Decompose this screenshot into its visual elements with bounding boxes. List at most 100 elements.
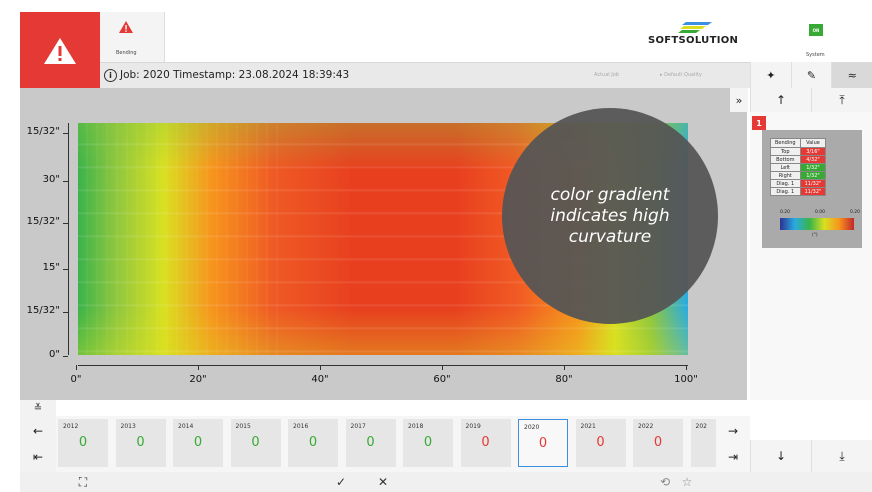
y-tick-label: 0" — [49, 349, 60, 360]
bending-value: 1/32" — [799, 171, 827, 180]
y-tick-mark — [63, 312, 68, 313]
job-card[interactable]: 2017 0 — [345, 419, 396, 467]
x-tick-label: 40" — [311, 374, 329, 385]
pencil-icon[interactable]: ✎ — [790, 62, 832, 88]
bending-key: Diag. 1 — [770, 187, 801, 196]
table-row: Diag. 1 11/32" — [770, 179, 827, 188]
colorbar-tick: 0.00 — [814, 210, 826, 215]
bending-key: Right — [770, 171, 801, 180]
job-count: 0 — [193, 435, 203, 450]
table-row: Top 3/16" — [770, 147, 827, 156]
fullscreen-icon[interactable]: ⛶ — [68, 472, 98, 492]
first-arrow-icon[interactable]: ⇤ — [20, 444, 56, 470]
panel-badge: 1 — [752, 116, 766, 130]
colorbar-unit: (") — [812, 233, 818, 238]
x-tick-label: 60" — [433, 374, 451, 385]
job-card[interactable]: 2020 0 — [518, 419, 568, 467]
warning-icon — [44, 38, 76, 64]
curvature-callout: color gradient indicates high curvature — [502, 108, 718, 324]
job-card[interactable]: 2021 0 — [575, 419, 626, 467]
bending-key: Bottom — [770, 155, 801, 164]
job-dropdown[interactable]: Actual Job — [594, 72, 619, 78]
job-count: 0 — [251, 435, 260, 450]
job-card[interactable]: 2019 0 — [460, 419, 511, 467]
job-count: 0 — [423, 435, 433, 450]
logo-text: SOFTSOLUTION — [648, 35, 739, 46]
y-tick-mark — [63, 356, 68, 357]
job-title: Job: 2020 Timestamp: 23.08.2024 18:39:43 — [120, 69, 350, 81]
job-card[interactable]: 2018 0 — [403, 419, 453, 467]
prev-arrow-icon[interactable]: ← — [20, 418, 56, 444]
last-arrow-icon[interactable]: ⇥ — [716, 444, 750, 470]
sparkle-icon[interactable]: ✦ — [750, 62, 791, 88]
system-tile[interactable]: ON System — [782, 12, 842, 62]
bending-label: Bending — [116, 50, 137, 56]
favorite-icon[interactable]: ☆ — [672, 472, 702, 492]
job-count: 0 — [653, 435, 663, 450]
job-strip: 2012 0 2013 0 2014 0 2015 0 2016 0 2017 0 2018 0 2019 0… — [56, 416, 741, 472]
bending-key: Left — [770, 163, 801, 172]
job-card[interactable]: 2013 0 — [115, 419, 166, 467]
job-card[interactable]: 2016 0 — [288, 419, 338, 467]
x-tick-mark — [564, 365, 565, 370]
job-count: 0 — [136, 435, 145, 450]
colorbar-labels: 0.20 0.00 0.20 — [780, 210, 860, 215]
collapse-strip-button[interactable]: ≚ — [20, 400, 56, 416]
heatmap-columns — [78, 123, 278, 355]
alert-tile[interactable] — [20, 12, 100, 90]
y-tick-mark — [63, 181, 68, 182]
job-card[interactable]: 2014 0 — [173, 419, 223, 467]
footer-bar: ⛶ ✓ ✕ ⟲ ☆ — [20, 472, 872, 492]
strip-nav-right: → ⇥ — [716, 416, 750, 472]
bending-tile[interactable]: Bending — [100, 12, 165, 62]
cancel-button[interactable]: ✕ — [368, 472, 398, 492]
job-bar: i Job: 2020 Timestamp: 23.08.2024 18:39:… — [100, 62, 750, 88]
info-icon[interactable]: i — [104, 69, 117, 82]
table-header-bending: Bending — [770, 138, 801, 148]
confirm-button[interactable]: ✓ — [326, 472, 356, 492]
table-header-value: Value — [799, 138, 827, 148]
x-tick-label: 0" — [70, 374, 82, 385]
job-year: 2015 — [235, 423, 251, 430]
job-year: 2021 — [580, 423, 596, 430]
job-count: 0 — [78, 435, 88, 450]
x-tick-mark — [198, 365, 199, 370]
job-count: 0 — [308, 435, 318, 450]
job-year: 2014 — [178, 423, 194, 430]
table-row: Right 1/32" — [770, 171, 827, 180]
job-year: 2013 — [120, 423, 136, 430]
job-count: 0 — [366, 435, 375, 450]
y-tick-label: 15/32" — [26, 305, 60, 316]
next-arrow-icon[interactable]: → — [716, 418, 750, 444]
x-axis-line — [78, 365, 688, 366]
job-card[interactable]: 2022 0 — [633, 419, 683, 467]
bending-key: Top — [770, 147, 801, 156]
colorbar-tick: 0.20 — [780, 210, 791, 215]
bending-value: 4/32" — [799, 155, 827, 164]
x-tick-mark — [76, 365, 77, 370]
y-tick-mark — [63, 133, 68, 134]
job-count: 0 — [481, 435, 490, 450]
bending-value: 3/16" — [799, 147, 827, 156]
table-row: Diag. 1 11/32" — [770, 187, 827, 196]
arrow-bottom-icon[interactable]: ⤓ — [811, 440, 872, 472]
x-tick-mark — [442, 365, 443, 370]
wave-icon[interactable]: ≈ — [831, 62, 872, 88]
job-year: 2017 — [350, 423, 366, 430]
job-year: 2022 — [638, 423, 654, 430]
job-card[interactable]: 2015 0 — [230, 419, 281, 467]
bending-key: Diag. 1 — [770, 179, 801, 188]
expand-panel-button[interactable]: » — [730, 88, 748, 112]
quality-dropdown[interactable]: ▸ Default Quality — [660, 72, 702, 78]
y-tick-label: 30" — [42, 174, 60, 185]
arrow-down-icon[interactable]: ↓ — [750, 440, 811, 472]
arrow-up-icon[interactable]: ↑ — [750, 88, 811, 112]
arrow-top-icon[interactable]: ⤒ — [811, 88, 872, 112]
bending-value: 11/32" — [799, 179, 827, 188]
toolbar: ✦ ✎ ≈ — [750, 62, 872, 88]
callout-text: color gradient indicates high curvature — [550, 184, 670, 247]
softsolution-logo: SOFTSOLUTION — [648, 22, 748, 50]
job-card[interactable]: 2012 0 — [58, 419, 108, 467]
y-axis-line — [68, 123, 69, 355]
job-year: 2018 — [408, 423, 424, 430]
